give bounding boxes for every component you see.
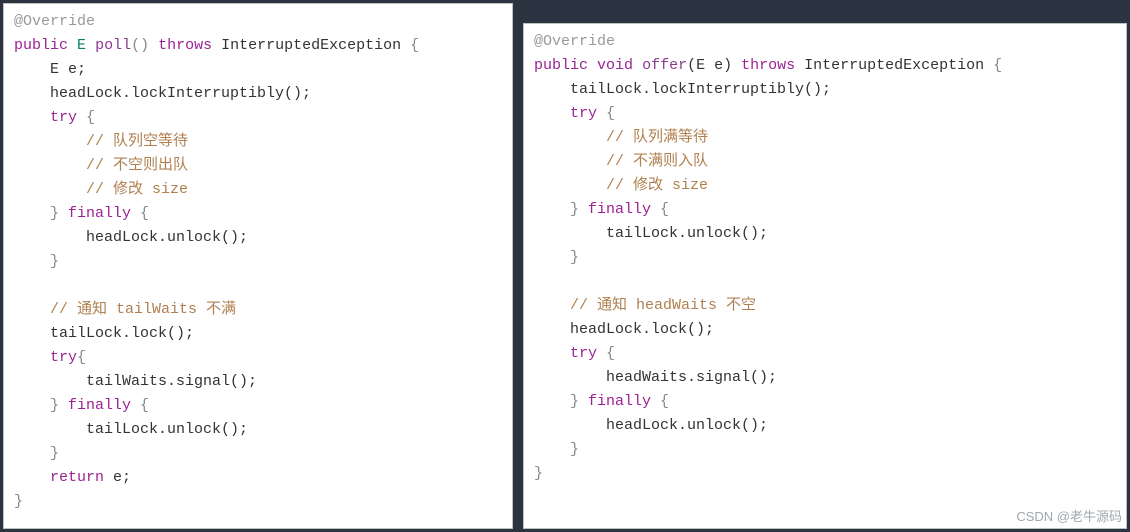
comment: // 修改 size xyxy=(14,181,188,198)
brace: } xyxy=(534,393,579,410)
brace: } xyxy=(534,465,543,482)
return-type: void xyxy=(597,57,633,74)
code-line: tailLock.lockInterruptibly(); xyxy=(534,81,831,98)
annotation: @Override xyxy=(534,33,615,50)
keyword-finally: finally xyxy=(588,393,651,410)
method-name: poll xyxy=(95,37,131,54)
code-line: headWaits.signal(); xyxy=(534,369,777,386)
brace: } xyxy=(14,445,59,462)
comment: // 通知 headWaits 不空 xyxy=(534,297,756,314)
right-code-panel: @Override public void offer(E e) throws … xyxy=(523,23,1127,529)
code-line: headLock.lockInterruptibly(); xyxy=(14,85,311,102)
brace: { xyxy=(651,201,669,218)
comment: // 不满则入队 xyxy=(534,153,708,170)
brace: { xyxy=(651,393,669,410)
brace: { xyxy=(984,57,1002,74)
keyword-public: public xyxy=(534,57,588,74)
brace: { xyxy=(597,345,615,362)
brace: } xyxy=(534,441,579,458)
keyword-throws: throws xyxy=(741,57,795,74)
code-line: tailLock.lock(); xyxy=(14,325,194,342)
return-type: E xyxy=(77,37,86,54)
exception-type: InterruptedException xyxy=(804,57,984,74)
comment: // 通知 tailWaits 不满 xyxy=(14,301,236,318)
brace: } xyxy=(14,397,59,414)
watermark: CSDN @老牛源码 xyxy=(1016,507,1122,528)
brace: { xyxy=(401,37,419,54)
comment: // 不空则出队 xyxy=(14,157,188,174)
keyword-public: public xyxy=(14,37,68,54)
comment: // 修改 size xyxy=(534,177,708,194)
keyword-try: try xyxy=(50,109,77,126)
brace: { xyxy=(77,109,95,126)
brace: } xyxy=(534,249,579,266)
code-line: tailLock.unlock(); xyxy=(534,225,768,242)
comment: // 队列空等待 xyxy=(14,133,188,150)
keyword-try: try xyxy=(570,105,597,122)
right-code-block: @Override public void offer(E e) throws … xyxy=(534,30,1116,486)
keyword-throws: throws xyxy=(158,37,212,54)
exception-type: InterruptedException xyxy=(221,37,401,54)
left-code-block: @Override public E poll() throws Interru… xyxy=(14,10,502,514)
return-value: e; xyxy=(104,469,131,486)
left-code-panel: @Override public E poll() throws Interru… xyxy=(3,3,513,529)
brace: } xyxy=(14,253,59,270)
code-line: tailWaits.signal(); xyxy=(14,373,257,390)
code-line: headLock.unlock(); xyxy=(534,417,768,434)
keyword-finally: finally xyxy=(588,201,651,218)
brace: } xyxy=(14,205,59,222)
keyword-finally: finally xyxy=(68,205,131,222)
keyword-return: return xyxy=(50,469,104,486)
params: (E e) xyxy=(687,57,732,74)
method-name: offer xyxy=(642,57,687,74)
brace: } xyxy=(14,493,23,510)
annotation: @Override xyxy=(14,13,95,30)
keyword-finally: finally xyxy=(68,397,131,414)
code-line: headLock.unlock(); xyxy=(14,229,248,246)
code-line: headLock.lock(); xyxy=(534,321,714,338)
brace: { xyxy=(77,349,86,366)
parens: () xyxy=(131,37,149,54)
brace: } xyxy=(534,201,579,218)
comment: // 队列满等待 xyxy=(534,129,708,146)
keyword-try: try xyxy=(570,345,597,362)
code-line: E e; xyxy=(14,61,86,78)
brace: { xyxy=(131,205,149,222)
brace: { xyxy=(597,105,615,122)
brace: { xyxy=(131,397,149,414)
code-line: tailLock.unlock(); xyxy=(14,421,248,438)
keyword-try: try xyxy=(50,349,77,366)
